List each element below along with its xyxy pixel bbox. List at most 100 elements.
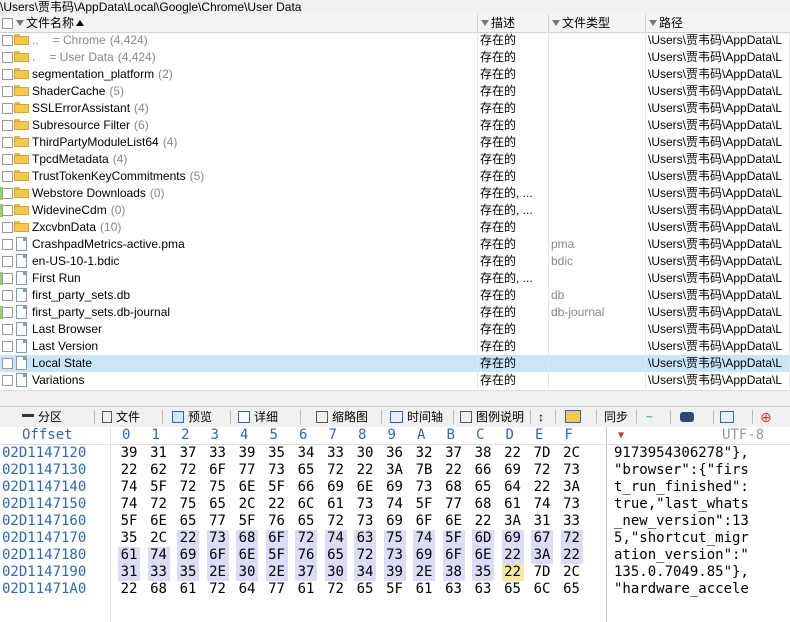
hex-byte[interactable]: 6C xyxy=(295,496,317,513)
file-row[interactable]: ThirdPartyModuleList64 (4) 存在的 \Users\贾韦码\A… xyxy=(0,134,790,151)
row-checkbox[interactable] xyxy=(2,290,13,301)
hex-byte[interactable]: 6C xyxy=(531,581,553,598)
hex-byte[interactable]: 75 xyxy=(383,530,406,547)
hex-byte[interactable]: 65 xyxy=(207,496,229,513)
row-checkbox[interactable] xyxy=(2,171,13,182)
hex-byte[interactable]: 72 xyxy=(325,462,347,479)
hex-text[interactable]: ation_version":" xyxy=(614,547,790,564)
file-row[interactable]: first_party_sets.db-journal 存在的 db-journal… xyxy=(0,304,790,321)
row-checkbox[interactable] xyxy=(2,188,13,199)
name-cell[interactable]: TpcdMetadata (4) xyxy=(0,151,478,168)
name-cell[interactable]: Last Version xyxy=(0,338,478,355)
binoculars-icon[interactable] xyxy=(680,407,698,427)
hex-byte[interactable]: 6E xyxy=(236,547,258,564)
filter-icon[interactable] xyxy=(16,19,24,26)
hex-byte[interactable]: 63 xyxy=(443,581,465,598)
hex-byte[interactable]: 61 xyxy=(295,581,317,598)
column-header-name[interactable]: 文件名称 xyxy=(0,14,478,32)
row-checkbox[interactable] xyxy=(2,222,13,233)
hex-byte[interactable]: 63 xyxy=(354,530,376,547)
hex-byte[interactable]: 6E xyxy=(443,513,465,530)
hex-text[interactable]: true,"last_whats xyxy=(614,496,790,513)
row-checkbox[interactable] xyxy=(2,86,13,97)
row-checkbox[interactable] xyxy=(2,273,13,284)
hex-text[interactable]: 5,"shortcut_migr xyxy=(614,530,790,547)
hex-row[interactable]: 02D1147170 35 2C 22 73 68 6F 72 74 63 75 74 5F 6D 69 67… xyxy=(0,530,790,547)
hex-byte[interactable]: 72 xyxy=(325,581,347,598)
filter-icon[interactable] xyxy=(552,19,560,26)
hex-byte[interactable]: 72 xyxy=(531,462,553,479)
hex-byte[interactable]: 69 xyxy=(325,479,347,496)
hex-text[interactable]: t_run_finished": xyxy=(614,479,790,496)
hex-byte[interactable]: 74 xyxy=(413,530,435,547)
row-checkbox[interactable] xyxy=(2,154,13,165)
chevron-down-icon[interactable]: ▼ xyxy=(618,427,624,444)
hex-byte[interactable]: 22 xyxy=(443,462,465,479)
hex-byte[interactable]: 22 xyxy=(502,445,524,462)
file-row[interactable]: First Run 存在的, ... \Users\贾韦码\AppData\L xyxy=(0,270,790,287)
hex-byte[interactable]: 2E xyxy=(265,564,288,581)
filter-icon[interactable] xyxy=(649,19,657,26)
hex-byte[interactable]: 73 xyxy=(206,530,229,547)
sort-icon[interactable]: ↕ xyxy=(538,407,544,427)
name-cell[interactable]: Subresource Filter (6) xyxy=(0,117,478,134)
hex-byte[interactable]: 7D xyxy=(531,564,553,581)
hex-byte[interactable]: 74 xyxy=(147,547,170,564)
file-tab[interactable]: 文件 xyxy=(102,407,140,427)
hex-byte[interactable]: 31 xyxy=(531,513,553,530)
hex-byte[interactable]: 6F xyxy=(265,530,288,547)
hex-byte[interactable]: 69 xyxy=(502,462,524,479)
hex-byte[interactable]: 68 xyxy=(472,496,494,513)
file-row[interactable]: en-US-10-1.bdic 存在的 bdic \Users\贾韦码\AppData… xyxy=(0,253,790,270)
hex-byte[interactable]: 67 xyxy=(531,530,553,547)
hex-row[interactable]: 02D11471A0 22 68 61 72 64 77 61 72 65 5F 61 63 63 65 6C… xyxy=(0,581,790,598)
row-checkbox[interactable] xyxy=(2,120,13,131)
timeline-tab[interactable]: 时间轴 xyxy=(390,407,443,427)
hex-row[interactable]: 02D1147130 22 62 72 6F 77 73 65 72 22 3A 7B 22 66 69 72… xyxy=(0,462,790,479)
hex-byte[interactable]: 72 xyxy=(325,513,347,530)
hex-byte[interactable]: 3A xyxy=(384,462,406,479)
hex-byte[interactable]: 5F xyxy=(148,479,170,496)
hex-byte[interactable]: 75 xyxy=(177,496,199,513)
hex-byte[interactable]: 61 xyxy=(177,581,199,598)
file-row[interactable]: Subresource Filter (6) 存在的 \Users\贾韦码\AppDa… xyxy=(0,117,790,134)
hex-byte[interactable]: 72 xyxy=(295,530,317,547)
name-cell[interactable]: ZxcvbnData (10) xyxy=(0,219,478,236)
hex-byte[interactable]: 2C xyxy=(561,445,583,462)
file-row[interactable]: TrustTokenKeyCommitments (5) 存在的 \Users\贾韦码… xyxy=(0,168,790,185)
hex-byte[interactable]: 68 xyxy=(236,530,258,547)
target-icon[interactable]: ⊕ xyxy=(760,407,772,427)
hex-byte[interactable]: 7B xyxy=(413,462,435,479)
hex-byte[interactable]: 39 xyxy=(383,564,406,581)
row-checkbox[interactable] xyxy=(2,256,13,267)
hex-byte[interactable]: 22 xyxy=(501,564,524,581)
file-row[interactable]: WidevineCdm (0) 存在的, ... \Users\贾韦码\AppData… xyxy=(0,202,790,219)
hex-byte[interactable]: 22 xyxy=(472,513,494,530)
hex-byte[interactable]: 68 xyxy=(443,479,465,496)
hex-byte[interactable]: 2C xyxy=(148,530,170,547)
hex-byte[interactable]: 22 xyxy=(560,547,583,564)
hex-byte[interactable]: 33 xyxy=(325,445,347,462)
hex-text[interactable]: "browser":{"firs xyxy=(614,462,790,479)
hex-byte[interactable]: 2C xyxy=(236,496,258,513)
hex-byte[interactable]: 22 xyxy=(266,496,288,513)
hex-byte[interactable]: 30 xyxy=(354,445,376,462)
row-checkbox[interactable] xyxy=(2,307,13,318)
hex-byte[interactable]: 66 xyxy=(295,479,317,496)
hex-byte[interactable]: 72 xyxy=(148,496,170,513)
hex-byte[interactable]: 73 xyxy=(561,462,583,479)
hex-byte[interactable]: 75 xyxy=(207,479,229,496)
hex-byte[interactable]: 63 xyxy=(472,581,494,598)
row-checkbox[interactable] xyxy=(2,69,13,80)
hex-row[interactable]: 02D1147180 61 74 69 6F 6E 5F 76 65 72 73 69 6F 6E 22 3A… xyxy=(0,547,790,564)
name-cell[interactable]: Webstore Downloads (0) xyxy=(0,185,478,202)
hex-byte[interactable]: 77 xyxy=(443,496,465,513)
hex-byte[interactable]: 74 xyxy=(384,496,406,513)
copy-icon[interactable] xyxy=(720,407,738,427)
file-row[interactable]: first_party_sets.db 存在的 db \Users\贾韦码\AppDa… xyxy=(0,287,790,304)
hex-byte[interactable]: 5F xyxy=(236,513,258,530)
hex-byte[interactable]: 2E xyxy=(413,564,435,581)
partition-tab[interactable]: 分区 xyxy=(22,407,62,427)
hex-byte[interactable]: 6E xyxy=(472,547,494,564)
name-cell[interactable]: ShaderCache (5) xyxy=(0,83,478,100)
